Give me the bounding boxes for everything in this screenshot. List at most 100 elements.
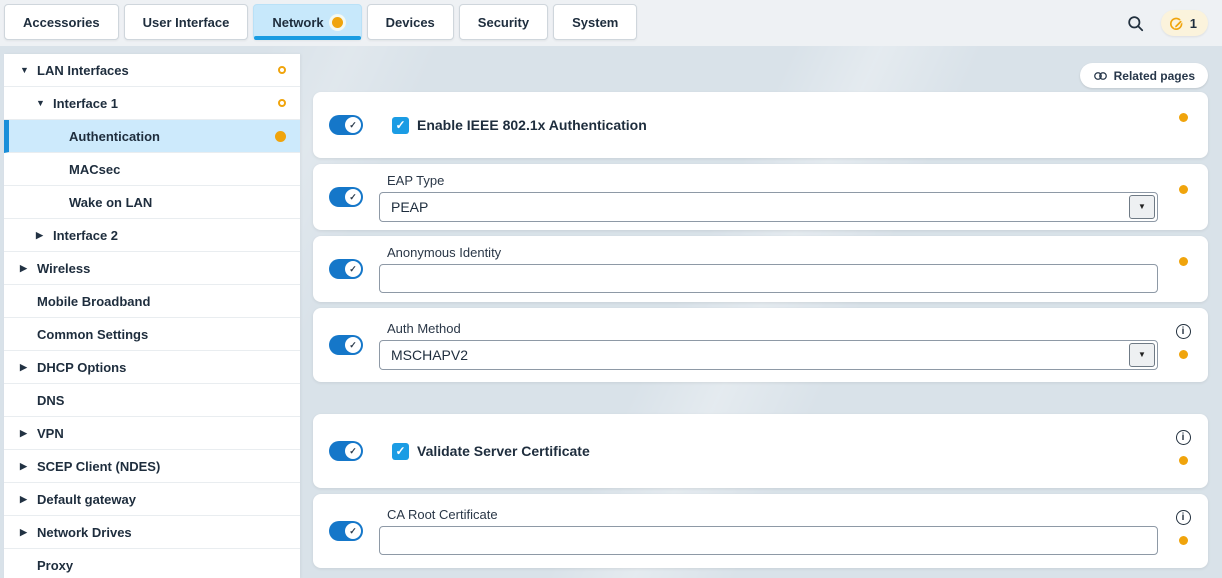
toggle-enable-ieee-802-1x-authentication[interactable]: ✓ [329,115,363,135]
modified-dot-icon [1179,257,1188,266]
info-icon[interactable]: i [1176,510,1191,525]
link-icon [1093,70,1108,82]
chevron-collapsed-icon[interactable]: ▶ [20,461,37,472]
card-content: CA Root Certificate [379,507,1158,555]
modified-dot-icon [1179,456,1188,465]
tab-network[interactable]: Network [253,4,361,40]
sidebar-item-label: Wake on LAN [69,195,152,210]
tab-user-interface[interactable]: User Interface [124,4,249,40]
toggle-column: ✓ [313,115,379,135]
chevron-collapsed-icon[interactable]: ▶ [20,527,37,538]
toggle-column: ✓ [313,521,379,541]
indicator-column: i [1158,494,1208,568]
tab-label: Network [272,15,323,30]
sidebar-item-dhcp-options[interactable]: ▶DHCP Options [4,351,300,384]
toggle-ca-root-certificate[interactable]: ✓ [329,521,363,541]
sidebar-item-vpn[interactable]: ▶VPN [4,417,300,450]
sidebar-item-authentication[interactable]: Authentication [4,120,300,153]
indicator-column [1158,92,1208,158]
sidebar-item-interface-1[interactable]: ▼Interface 1 [4,87,300,120]
sidebar-item-wake-on-lan[interactable]: Wake on LAN [4,186,300,219]
sidebar-item-label: Mobile Broadband [37,294,150,309]
select-auth-method[interactable]: MSCHAPV2▼ [379,340,1158,370]
card-anonymous-identity: ✓ Anonymous Identity [313,236,1208,302]
indicator-column [1158,164,1208,230]
info-icon[interactable]: i [1176,324,1191,339]
modified-dot-icon [1179,536,1188,545]
sidebar-item-interface-2[interactable]: ▶Interface 2 [4,219,300,252]
indicator-column: i [1158,414,1208,488]
sidebar-item-lan-interfaces[interactable]: ▼LAN Interfaces [4,54,300,87]
sidebar-item-label: Default gateway [37,492,136,507]
sidebar-item-wireless[interactable]: ▶Wireless [4,252,300,285]
tab-security[interactable]: Security [459,4,548,40]
content-toolbar: Related pages [313,54,1208,92]
sidebar-item-network-drives[interactable]: ▶Network Drives [4,516,300,549]
search-icon [1126,14,1145,33]
search-button[interactable] [1126,14,1145,33]
badge-count: 1 [1190,16,1197,31]
chevron-down-icon[interactable]: ▼ [1129,195,1155,219]
toggle-eap-type[interactable]: ✓ [329,187,363,207]
edit-pencil-icon [1169,15,1185,31]
card-validate-server-certificate: ✓✓Validate Server Certificatei [313,414,1208,488]
main-content: Related pages ✓ ✓ Enable IEEE 802.1x Authe… [300,54,1208,578]
sidebar-item-dns[interactable]: DNS [4,384,300,417]
input-ca-root-certificate[interactable] [379,526,1158,555]
chevron-collapsed-icon[interactable]: ▶ [20,494,37,505]
card-content: Auth MethodMSCHAPV2▼ [379,321,1158,370]
sidebar-item-mobile-broadband[interactable]: Mobile Broadband [4,285,300,318]
toggle-check-icon: ✓ [345,117,361,133]
pending-changes-badge[interactable]: 1 [1161,10,1208,36]
toggle-column: ✓ [313,187,379,207]
tab-devices[interactable]: Devices [367,4,454,40]
sidebar-item-macsec[interactable]: MACsec [4,153,300,186]
toggle-check-icon: ✓ [345,261,361,277]
status-dot-filled-icon [275,131,286,142]
tab-accessories[interactable]: Accessories [4,4,119,40]
chevron-collapsed-icon[interactable]: ▶ [20,263,37,274]
chevron-down-icon[interactable]: ▼ [1129,343,1155,367]
related-pages-label: Related pages [1114,69,1195,83]
info-icon[interactable]: i [1176,430,1191,445]
chevron-collapsed-icon[interactable]: ▶ [20,428,37,439]
sidebar-item-label: DNS [37,393,64,408]
status-dot-hollow-icon [278,66,286,74]
chevron-expanded-icon[interactable]: ▼ [36,98,53,108]
card-content: Anonymous Identity [379,245,1158,293]
tab-label: Security [478,15,529,30]
toggle-auth-method[interactable]: ✓ [329,335,363,355]
sidebar-item-label: Proxy [37,558,73,573]
select-value: MSCHAPV2 [382,347,1129,363]
toggle-column: ✓ [313,335,379,355]
tab-label: Accessories [23,15,100,30]
select-eap-type[interactable]: PEAP▼ [379,192,1158,222]
card-content: EAP TypePEAP▼ [379,173,1158,222]
toggle-check-icon: ✓ [345,337,361,353]
checkbox-validate-server-certificate[interactable]: ✓ [392,443,409,460]
related-pages-button[interactable]: Related pages [1080,63,1208,88]
indicator-column [1158,236,1208,302]
top-header: Accessories User Interface Network Devices S… [0,0,1222,46]
sidebar-item-default-gateway[interactable]: ▶Default gateway [4,483,300,516]
sidebar-item-label: Wireless [37,261,90,276]
sidebar-item-scep-client-ndes[interactable]: ▶SCEP Client (NDES) [4,450,300,483]
chevron-expanded-icon[interactable]: ▼ [20,65,37,75]
toggle-check-icon: ✓ [345,443,361,459]
sidebar-item-common-settings[interactable]: Common Settings [4,318,300,351]
toggle-check-icon: ✓ [345,523,361,539]
tab-bar: Accessories User Interface Network Devices S… [0,0,637,40]
checkbox-enable-ieee-802-1x-authentication[interactable]: ✓ [392,117,409,134]
checkbox-row: ✓Validate Server Certificate [379,443,1158,460]
chevron-collapsed-icon[interactable]: ▶ [36,230,53,241]
chevron-collapsed-icon[interactable]: ▶ [20,362,37,373]
checkbox-label: Enable IEEE 802.1x Authentication [417,117,647,133]
toggle-anonymous-identity[interactable]: ✓ [329,259,363,279]
toggle-column: ✓ [313,441,379,461]
toggle-validate-server-certificate[interactable]: ✓ [329,441,363,461]
tab-system[interactable]: System [553,4,637,40]
input-anonymous-identity[interactable] [379,264,1158,293]
card-auth-method: ✓ Auth MethodMSCHAPV2▼ i [313,308,1208,382]
field-label: Anonymous Identity [387,245,1158,260]
sidebar-item-proxy[interactable]: Proxy [4,549,300,578]
